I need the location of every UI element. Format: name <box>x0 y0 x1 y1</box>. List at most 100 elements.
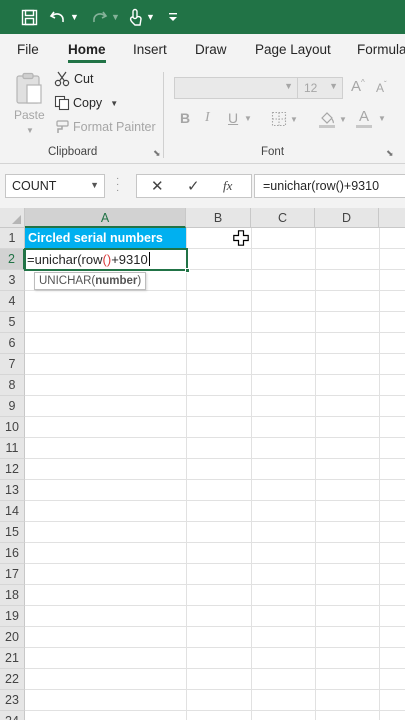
title-bar: ▼ ▼ ▼ <box>0 0 405 34</box>
paste-dropdown-icon[interactable]: ▼ <box>26 126 34 135</box>
underline-button[interactable]: U <box>228 110 238 126</box>
row-header-17[interactable]: 17 <box>0 564 25 585</box>
touch-mode-icon[interactable]: ▼ <box>126 0 158 34</box>
tab-file[interactable]: File <box>17 34 39 66</box>
row-header-23[interactable]: 23 <box>0 690 25 711</box>
grid-line <box>25 647 405 648</box>
font-size-value: 12 <box>304 81 318 95</box>
column-header-d[interactable]: D <box>315 208 379 228</box>
ribbon-tabs: File Home Insert Draw Page Layout Formul… <box>0 34 405 66</box>
grid-line <box>25 521 405 522</box>
row-header-14[interactable]: 14 <box>0 501 25 522</box>
decrease-font-size-button[interactable]: Aˇ <box>376 80 387 95</box>
row-header-24[interactable]: 24 <box>0 711 25 720</box>
row-header-2[interactable]: 2 <box>0 249 25 270</box>
tooltip-close-paren: ) <box>137 275 142 287</box>
copy-dropdown-icon[interactable]: ▼ <box>110 99 118 108</box>
grid-line <box>25 353 405 354</box>
row-header-5[interactable]: 5 <box>0 312 25 333</box>
borders-icon <box>271 111 287 127</box>
undo-icon[interactable]: ▼ <box>47 0 81 34</box>
grid-line <box>25 563 405 564</box>
row-header-1[interactable]: 1 <box>0 228 25 249</box>
copy-label: Copy <box>73 96 103 110</box>
row-header-20[interactable]: 20 <box>0 627 25 648</box>
enter-icon[interactable]: ✓ <box>187 177 200 195</box>
fill-color-button[interactable]: ▼ <box>318 110 347 128</box>
name-box-value: COUNT <box>12 179 57 193</box>
font-size-combobox[interactable]: 12 ▼ <box>297 77 343 99</box>
tooltip-argument: number <box>95 275 138 287</box>
tooltip-function-name: UNICHAR( <box>39 275 96 287</box>
tab-insert[interactable]: Insert <box>133 34 167 66</box>
font-launcher-icon[interactable]: ⬊ <box>386 148 394 159</box>
bold-button[interactable]: B <box>180 110 190 126</box>
grid-line <box>25 605 405 606</box>
tab-home[interactable]: Home <box>68 34 106 66</box>
name-box[interactable]: COUNT ▼ <box>5 174 105 198</box>
grid-line <box>25 668 405 669</box>
fill-handle[interactable] <box>185 268 190 273</box>
row-header-16[interactable]: 16 <box>0 543 25 564</box>
row-header-22[interactable]: 22 <box>0 669 25 690</box>
row-header-4[interactable]: 4 <box>0 291 25 312</box>
row-header-19[interactable]: 19 <box>0 606 25 627</box>
copy-button[interactable]: Copy ▼ <box>54 95 118 111</box>
grid-line <box>25 584 405 585</box>
redo-icon[interactable]: ▼ <box>88 0 122 34</box>
formula-input[interactable]: =unichar(row()+9310 <box>254 174 405 198</box>
font-name-dropdown-icon: ▼ <box>284 81 293 91</box>
tab-page-layout[interactable]: Page Layout <box>255 34 331 66</box>
borders-button[interactable]: ▼ <box>271 111 298 127</box>
column-header-b[interactable]: B <box>186 208 251 228</box>
formula-bar-grip-icon[interactable]: · · · <box>116 174 120 196</box>
tab-draw[interactable]: Draw <box>195 34 227 66</box>
row-header-7[interactable]: 7 <box>0 354 25 375</box>
row-header-8[interactable]: 8 <box>0 375 25 396</box>
row-header-12[interactable]: 12 <box>0 459 25 480</box>
insert-function-icon[interactable]: fx <box>223 178 232 194</box>
worksheet-grid[interactable]: A B C D 1 2 3 4 5 6 7 8 9 10 11 12 13 14 15 16 17 18 19 20 2… <box>0 208 405 720</box>
row-header-11[interactable]: 11 <box>0 438 25 459</box>
grid-line <box>25 689 405 690</box>
row-header-13[interactable]: 13 <box>0 480 25 501</box>
column-header-e[interactable] <box>379 208 405 228</box>
cell-a1[interactable]: Circled serial numbers <box>25 228 186 248</box>
select-all-corner[interactable] <box>0 208 25 228</box>
column-header-a[interactable]: A <box>25 208 186 228</box>
grid-line <box>25 500 405 501</box>
format-painter-button[interactable]: Format Painter <box>54 119 156 135</box>
cut-button[interactable]: Cut <box>54 71 93 87</box>
cell-a2-text-suffix: +9310 <box>111 252 148 267</box>
formula-bar-buttons: ✕ ✓ fx <box>136 174 252 198</box>
row-header-9[interactable]: 9 <box>0 396 25 417</box>
row-header-15[interactable]: 15 <box>0 522 25 543</box>
function-tooltip[interactable]: UNICHAR(number) <box>34 272 147 290</box>
font-name-combobox[interactable]: ▼ <box>174 77 298 99</box>
row-header-21[interactable]: 21 <box>0 648 25 669</box>
copy-icon <box>54 95 70 111</box>
paste-button[interactable]: Paste <box>14 72 45 122</box>
customize-icon[interactable] <box>165 0 181 34</box>
save-icon[interactable] <box>18 0 40 34</box>
brush-icon <box>56 120 69 133</box>
row-header-18[interactable]: 18 <box>0 585 25 606</box>
font-color-button[interactable]: A <box>356 108 372 128</box>
font-color-dropdown-icon[interactable]: ▼ <box>378 114 386 123</box>
clipboard-launcher-icon[interactable]: ⬊ <box>153 148 161 159</box>
tab-formulas[interactable]: Formula <box>357 34 405 66</box>
row-header-3[interactable]: 3 <box>0 270 25 291</box>
cell-a2-text-parens: () <box>102 252 112 267</box>
group-divider <box>163 72 164 158</box>
row-header-6[interactable]: 6 <box>0 333 25 354</box>
underline-dropdown-icon[interactable]: ▼ <box>244 114 252 123</box>
grid-line <box>25 311 405 312</box>
cancel-icon[interactable]: ✕ <box>151 177 164 195</box>
paint-bucket-icon <box>319 112 335 128</box>
cell-a2-editing[interactable]: =unichar(row()+9310 <box>24 248 190 273</box>
scissors-icon <box>54 71 70 87</box>
increase-font-size-button[interactable]: A^ <box>351 78 365 95</box>
column-header-c[interactable]: C <box>251 208 315 228</box>
row-header-10[interactable]: 10 <box>0 417 25 438</box>
italic-button[interactable]: I <box>205 110 210 126</box>
